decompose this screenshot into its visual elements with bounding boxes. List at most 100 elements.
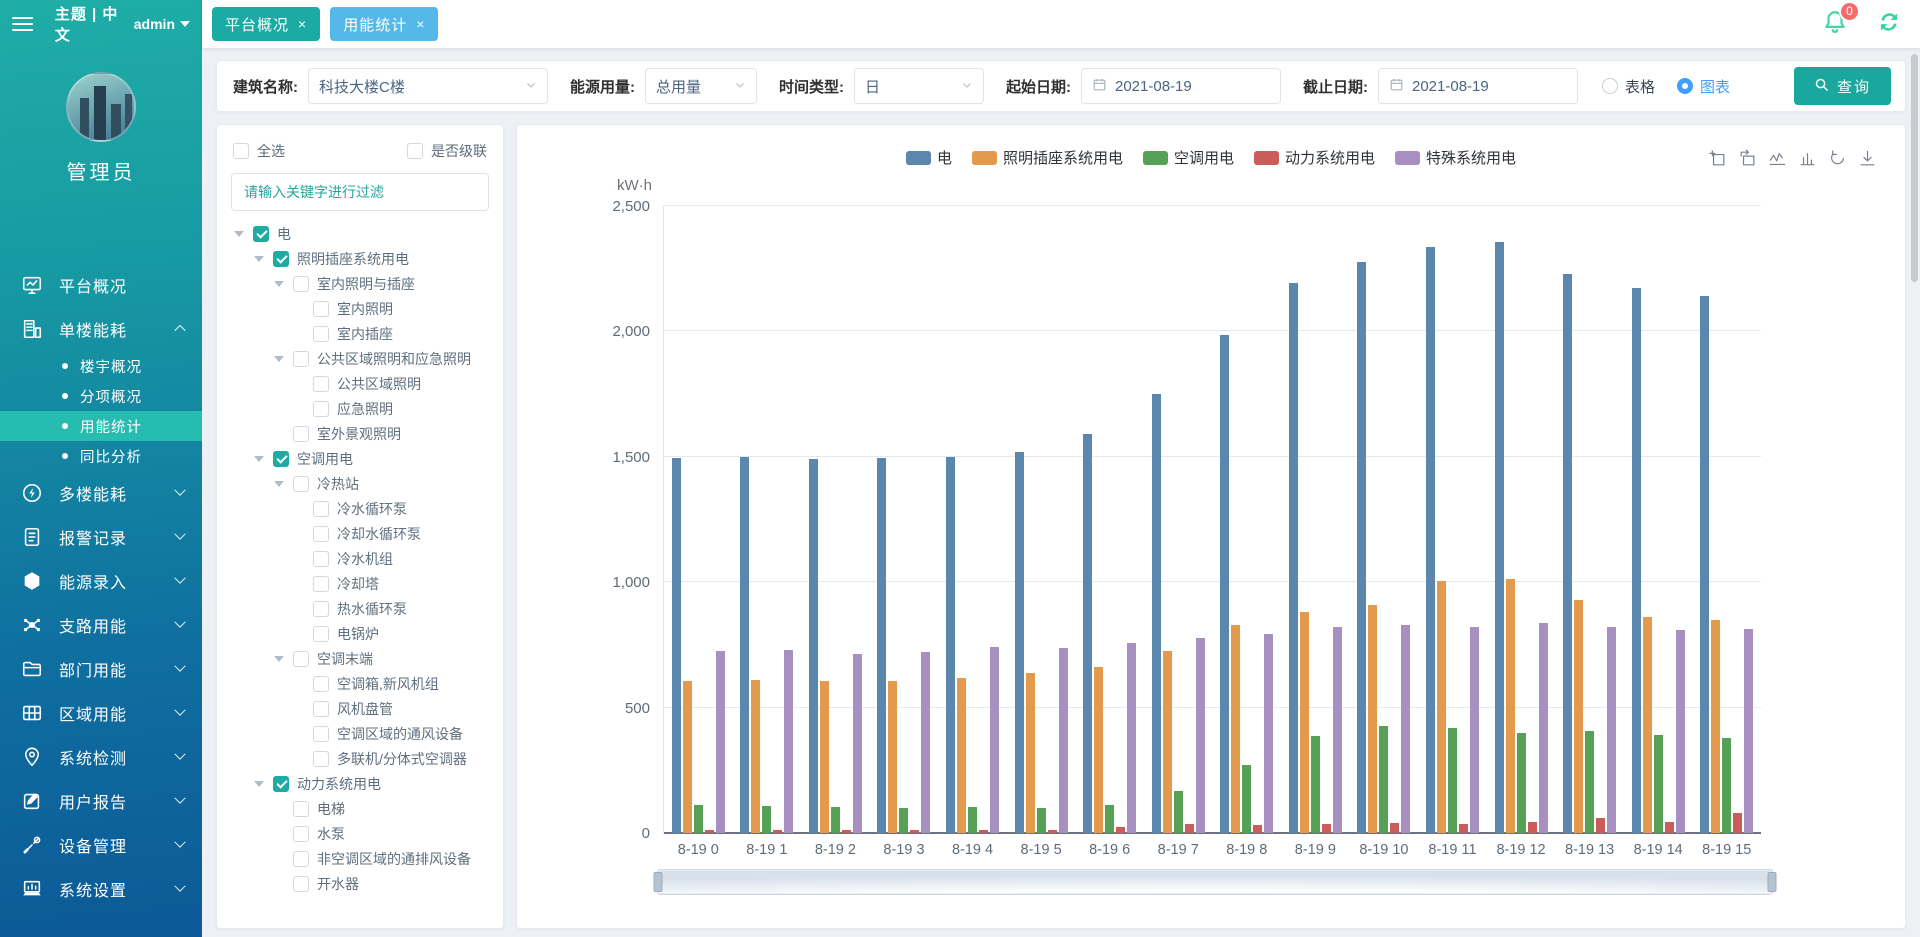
tree-node-21[interactable]: 多联机/分体式空调器: [231, 746, 489, 771]
tree-node-23[interactable]: 电梯: [231, 796, 489, 821]
sidebar-subitem-1-0[interactable]: 楼宇概况: [0, 351, 202, 381]
caret-down-icon[interactable]: [273, 281, 285, 287]
datazoom-left-handle[interactable]: [654, 872, 663, 892]
tree-checkbox[interactable]: [293, 426, 309, 442]
tree-node-19[interactable]: 风机盘管: [231, 696, 489, 721]
sidebar-item-11[interactable]: 系统设置: [0, 867, 202, 911]
sidebar-item-0[interactable]: 平台概况: [0, 263, 202, 307]
avatar[interactable]: [66, 72, 136, 142]
tree-node-1[interactable]: 照明插座系统用电: [231, 246, 489, 271]
tree-checkbox[interactable]: [293, 476, 309, 492]
area-zoom-icon[interactable]: [1708, 149, 1727, 168]
tree-checkbox[interactable]: [293, 851, 309, 867]
tree-node-13[interactable]: 冷水机组: [231, 546, 489, 571]
tree-checkbox[interactable]: [313, 726, 329, 742]
page-scrollbar[interactable]: [1911, 54, 1918, 282]
theme-language-label[interactable]: 主题 | 中文: [55, 3, 124, 45]
tree-checkbox[interactable]: [273, 776, 289, 792]
tree-node-10[interactable]: 冷热站: [231, 471, 489, 496]
tab-1[interactable]: 用能统计×: [330, 7, 438, 41]
time-type-select[interactable]: 日: [854, 68, 984, 104]
end-date-input[interactable]: 2021-08-19: [1378, 68, 1578, 104]
tree-checkbox[interactable]: [293, 351, 309, 367]
tree-filter-input[interactable]: [231, 173, 489, 211]
sidebar-item-6[interactable]: 部门用能: [0, 647, 202, 691]
menu-toggle-icon[interactable]: [12, 17, 33, 31]
tree-checkbox[interactable]: [313, 326, 329, 342]
legend-item-0[interactable]: 电: [906, 147, 952, 168]
building-select[interactable]: 科技大楼C楼: [308, 68, 548, 104]
tree-node-4[interactable]: 室内插座: [231, 321, 489, 346]
tree-node-24[interactable]: 水泵: [231, 821, 489, 846]
sidebar-subitem-1-1[interactable]: 分项概况: [0, 381, 202, 411]
restore-icon[interactable]: [1828, 149, 1847, 168]
tree-checkbox[interactable]: [313, 626, 329, 642]
tree-node-26[interactable]: 开水器: [231, 871, 489, 896]
caret-down-icon[interactable]: [253, 456, 265, 462]
tree-checkbox[interactable]: [273, 251, 289, 267]
cascade-checkbox[interactable]: 是否级联: [407, 141, 487, 161]
tree-node-20[interactable]: 空调区域的通风设备: [231, 721, 489, 746]
tree-node-0[interactable]: 电: [231, 221, 489, 246]
tree-node-25[interactable]: 非空调区域的通排风设备: [231, 846, 489, 871]
user-menu[interactable]: admin: [134, 16, 190, 32]
tree-checkbox[interactable]: [293, 651, 309, 667]
legend-item-1[interactable]: 照明插座系统用电: [972, 147, 1123, 168]
tree-node-16[interactable]: 电锅炉: [231, 621, 489, 646]
caret-down-icon[interactable]: [233, 231, 245, 237]
tree-node-14[interactable]: 冷却塔: [231, 571, 489, 596]
tree-checkbox[interactable]: [313, 501, 329, 517]
tree-checkbox[interactable]: [313, 301, 329, 317]
caret-down-icon[interactable]: [253, 781, 265, 787]
sidebar-item-1[interactable]: 单楼能耗: [0, 307, 202, 351]
refresh-icon[interactable]: [1876, 9, 1902, 40]
tree-node-6[interactable]: 公共区域照明: [231, 371, 489, 396]
sidebar-item-8[interactable]: 系统检测: [0, 735, 202, 779]
close-icon[interactable]: ×: [298, 17, 307, 31]
bar-chart-icon[interactable]: [1798, 149, 1817, 168]
tree-node-8[interactable]: 室外景观照明: [231, 421, 489, 446]
legend-item-3[interactable]: 动力系统用电: [1254, 147, 1375, 168]
tree-node-7[interactable]: 应急照明: [231, 396, 489, 421]
tree-checkbox[interactable]: [313, 401, 329, 417]
tree-checkbox[interactable]: [293, 276, 309, 292]
select-all-checkbox[interactable]: 全选: [233, 141, 285, 161]
tree-checkbox[interactable]: [293, 801, 309, 817]
tree-node-18[interactable]: 空调箱,新风机组: [231, 671, 489, 696]
caret-down-icon[interactable]: [273, 481, 285, 487]
caret-down-icon[interactable]: [273, 356, 285, 362]
legend-item-4[interactable]: 特殊系统用电: [1395, 147, 1516, 168]
sidebar-subitem-1-3[interactable]: 同比分析: [0, 441, 202, 471]
tree-checkbox[interactable]: [293, 876, 309, 892]
sidebar-subitem-1-2[interactable]: 用能统计: [0, 411, 202, 441]
datazoom-right-handle[interactable]: [1768, 872, 1777, 892]
tree-checkbox[interactable]: [273, 451, 289, 467]
tree-node-9[interactable]: 空调用电: [231, 446, 489, 471]
caret-down-icon[interactable]: [273, 656, 285, 662]
close-icon[interactable]: ×: [416, 17, 425, 31]
tree-node-5[interactable]: 公共区域照明和应急照明: [231, 346, 489, 371]
tree-checkbox[interactable]: [313, 376, 329, 392]
tree-node-11[interactable]: 冷水循环泵: [231, 496, 489, 521]
tree-checkbox[interactable]: [313, 751, 329, 767]
view-radio-0[interactable]: 表格: [1602, 76, 1655, 97]
view-radio-1[interactable]: 图表: [1677, 76, 1730, 97]
tree-node-17[interactable]: 空调末端: [231, 646, 489, 671]
caret-down-icon[interactable]: [253, 256, 265, 262]
energy-select[interactable]: 总用量: [645, 68, 757, 104]
start-date-input[interactable]: 2021-08-19: [1081, 68, 1281, 104]
tree-checkbox[interactable]: [313, 601, 329, 617]
tree-checkbox[interactable]: [253, 226, 269, 242]
sidebar-item-4[interactable]: 能源录入: [0, 559, 202, 603]
tree-checkbox[interactable]: [313, 676, 329, 692]
sidebar-item-5[interactable]: 支路用能: [0, 603, 202, 647]
legend-item-2[interactable]: 空调用电: [1143, 147, 1234, 168]
tree-checkbox[interactable]: [313, 526, 329, 542]
line-chart-icon[interactable]: [1768, 149, 1787, 168]
tree-node-2[interactable]: 室内照明与插座: [231, 271, 489, 296]
sidebar-item-2[interactable]: 多楼能耗: [0, 471, 202, 515]
zoom-revert-icon[interactable]: [1738, 149, 1757, 168]
tree-node-22[interactable]: 动力系统用电: [231, 771, 489, 796]
query-button[interactable]: 查询: [1794, 67, 1891, 105]
tree-checkbox[interactable]: [293, 826, 309, 842]
